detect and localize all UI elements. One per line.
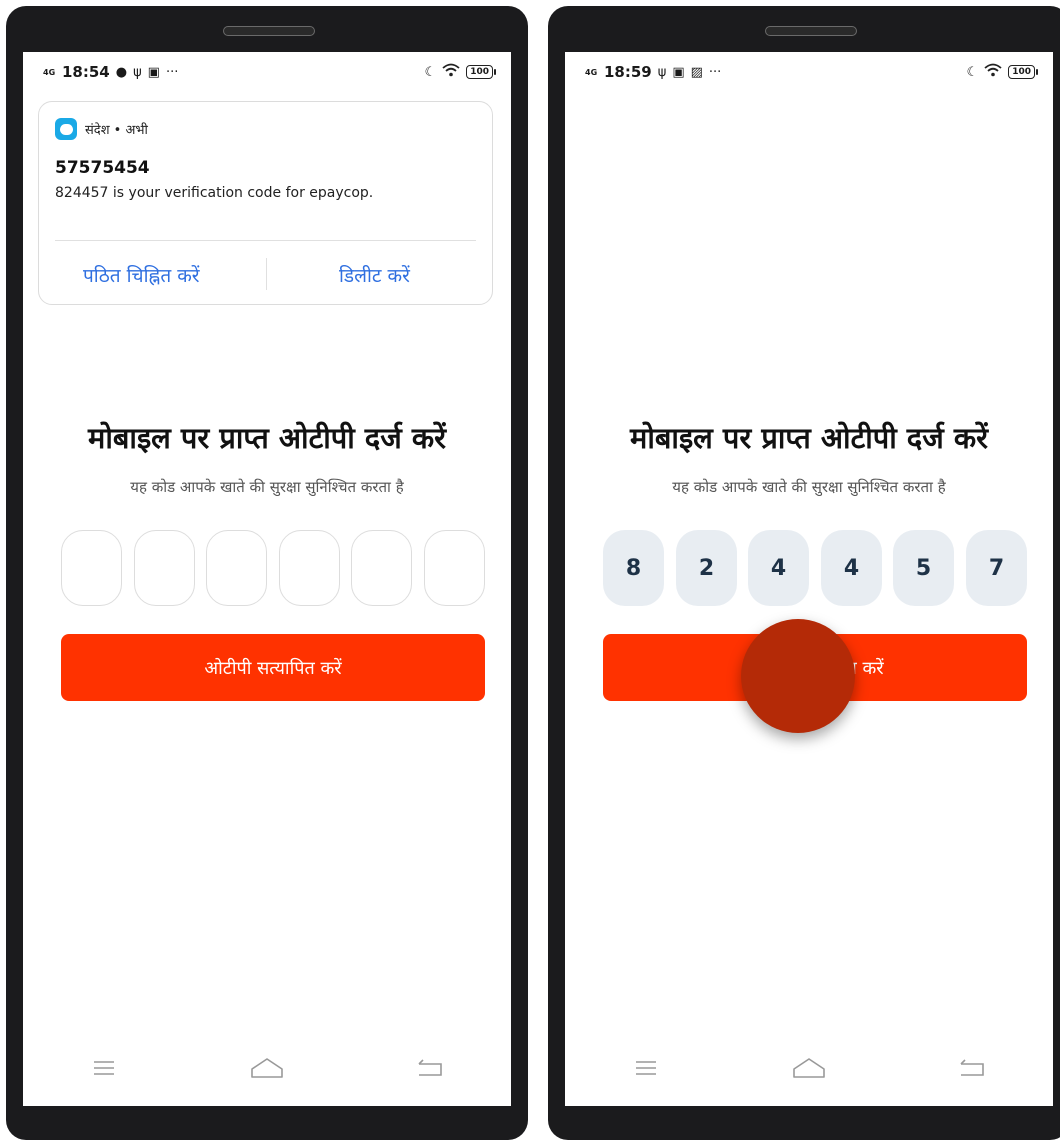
action-separator xyxy=(266,258,267,290)
home-icon[interactable] xyxy=(789,1053,829,1083)
delete-button[interactable]: डिलीट करें xyxy=(339,262,410,288)
phone-speaker xyxy=(765,26,857,36)
mark-read-button[interactable]: पठित चिह्नित करें xyxy=(83,262,200,288)
menu-icon[interactable] xyxy=(626,1053,666,1083)
otp-digit-6[interactable]: 7 xyxy=(966,530,1027,606)
otp-digit-1[interactable] xyxy=(61,530,122,606)
page-subtitle: यह कोड आपके खाते की सुरक्षा सुनिश्चित कर… xyxy=(130,478,404,496)
navigation-bar xyxy=(565,1048,1053,1088)
notification-divider xyxy=(55,240,476,241)
moon-icon: ☾ xyxy=(966,64,979,80)
usb-icon: ψ xyxy=(657,64,667,80)
status-time: 18:54 xyxy=(62,63,110,81)
otp-digit-5[interactable] xyxy=(351,530,412,606)
otp-digit-3[interactable]: 4 xyxy=(748,530,809,606)
battery-icon: 100 xyxy=(466,65,496,79)
home-icon[interactable] xyxy=(247,1053,287,1083)
wifi-icon xyxy=(984,63,1002,81)
otp-digit-6[interactable] xyxy=(424,530,485,606)
status-bar: 4G 18:54 ● ψ ▣ ··· ☾ 100 xyxy=(23,52,511,92)
more-icon: ··· xyxy=(708,64,722,80)
phone-frame-left: 4G 18:54 ● ψ ▣ ··· ☾ 100 संदेश • अभी 575… xyxy=(6,6,528,1140)
status-time: 18:59 xyxy=(604,63,652,81)
otp-digit-5[interactable]: 5 xyxy=(893,530,954,606)
usb-icon: ψ xyxy=(133,64,142,80)
phone-frame-right: 4G 18:59 ψ ▣ ▨ ··· ☾ 100 मोबाइल पर प्राप… xyxy=(548,6,1060,1140)
menu-icon[interactable] xyxy=(84,1053,124,1083)
otp-digit-1[interactable]: 8 xyxy=(603,530,664,606)
battery-icon: 100 xyxy=(1008,65,1038,79)
status-bar: 4G 18:59 ψ ▣ ▨ ··· ☾ 100 xyxy=(565,52,1053,92)
otp-input-row: 8 2 4 4 5 7 xyxy=(603,530,1027,608)
message-icon: ● xyxy=(115,64,128,80)
otp-digit-2[interactable]: 2 xyxy=(676,530,737,606)
otp-digit-4[interactable]: 4 xyxy=(821,530,882,606)
back-icon[interactable] xyxy=(410,1053,450,1083)
otp-digit-4[interactable] xyxy=(279,530,340,606)
clipboard-icon: ▨ xyxy=(690,64,703,80)
screen-right: 4G 18:59 ψ ▣ ▨ ··· ☾ 100 मोबाइल पर प्राप… xyxy=(565,52,1053,1106)
notification-sender: 57575454 xyxy=(55,158,150,178)
otp-digit-3[interactable] xyxy=(206,530,267,606)
network-indicator: 4G xyxy=(585,67,598,77)
verify-otp-button[interactable]: ओटीपी सत्यापित करें xyxy=(61,634,485,701)
phone-speaker xyxy=(223,26,315,36)
page-title: मोबाइल पर प्राप्त ओटीपी दर्ज करें xyxy=(630,421,988,455)
app-notification-icon: ▣ xyxy=(147,64,160,80)
moon-icon: ☾ xyxy=(424,64,437,80)
network-indicator: 4G xyxy=(43,67,56,77)
touch-indicator xyxy=(741,619,855,733)
more-icon: ··· xyxy=(165,64,179,80)
otp-input-row xyxy=(61,530,485,608)
sms-notification[interactable]: संदेश • अभी 57575454 824457 is your veri… xyxy=(38,101,493,305)
wifi-icon xyxy=(442,63,460,81)
notification-app-name: संदेश • अभी xyxy=(85,123,148,138)
otp-digit-2[interactable] xyxy=(134,530,195,606)
screen-left: 4G 18:54 ● ψ ▣ ··· ☾ 100 संदेश • अभी 575… xyxy=(23,52,511,1106)
page-title: मोबाइल पर प्राप्त ओटीपी दर्ज करें xyxy=(88,421,446,455)
navigation-bar xyxy=(23,1048,511,1088)
app-notification-icon: ▣ xyxy=(672,64,685,80)
back-icon[interactable] xyxy=(952,1053,992,1083)
notification-message: 824457 is your verification code for epa… xyxy=(55,185,374,201)
messages-app-icon xyxy=(55,118,77,140)
page-subtitle: यह कोड आपके खाते की सुरक्षा सुनिश्चित कर… xyxy=(672,478,946,496)
